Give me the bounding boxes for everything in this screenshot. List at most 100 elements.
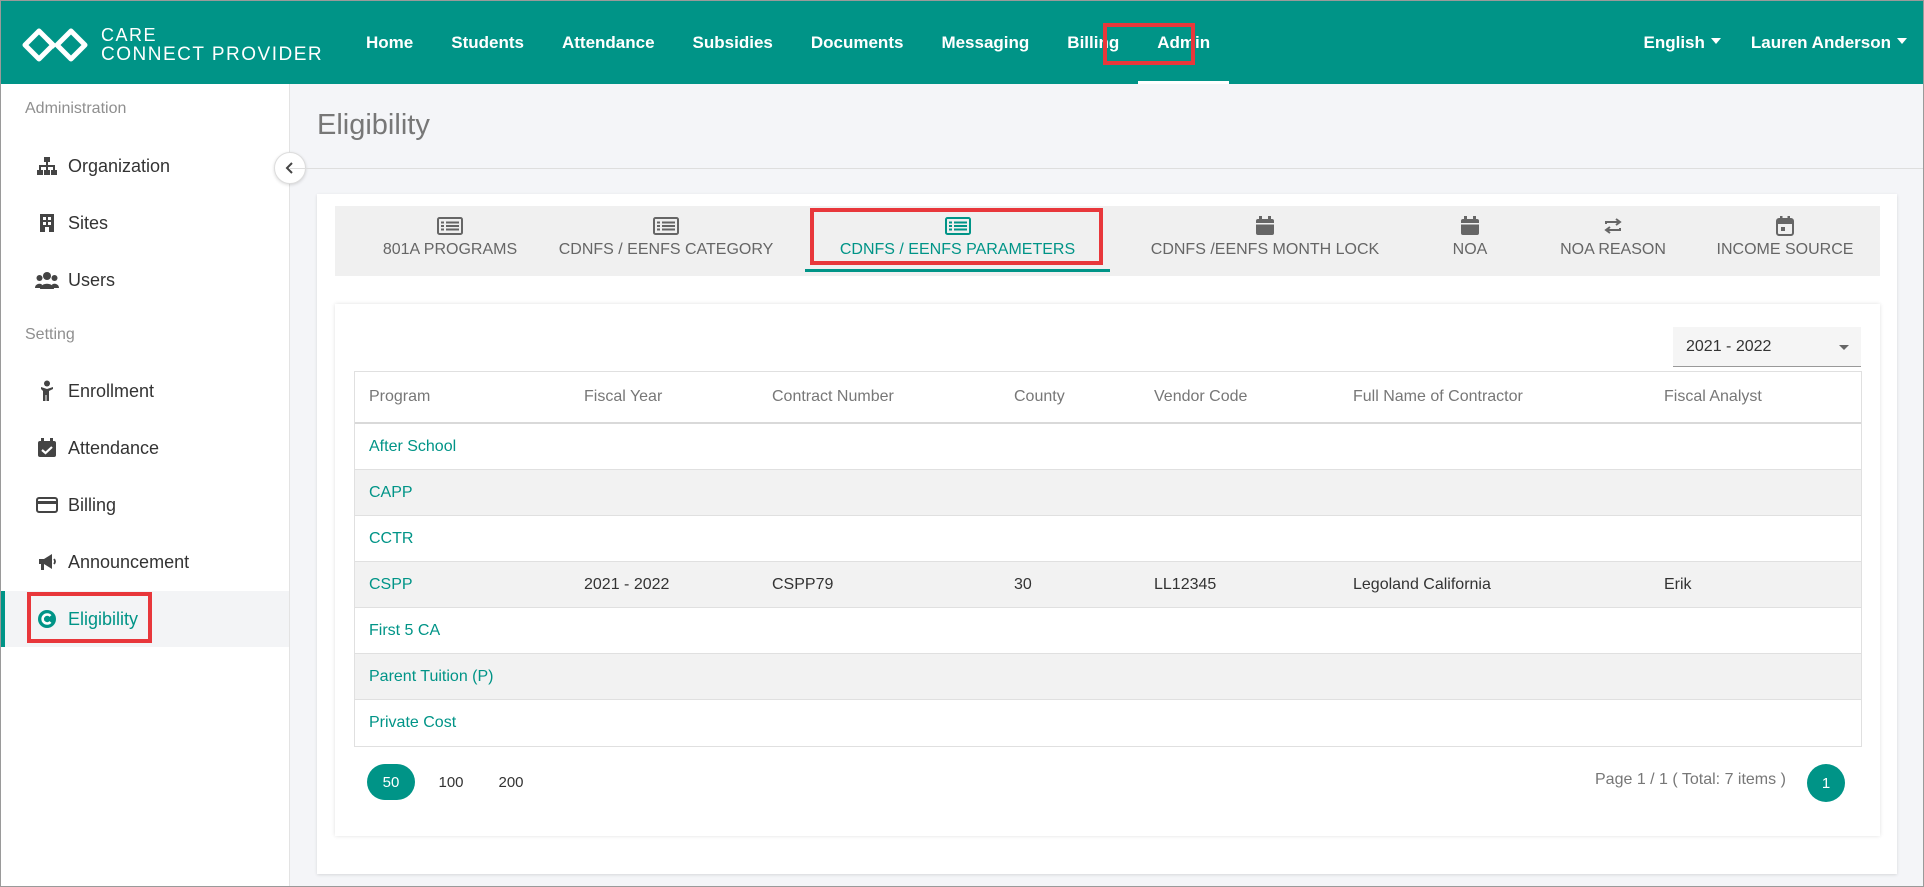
tab-cdnfs-eenfs-month-lock[interactable]: CDNFS /EENFS MONTH LOCK — [1135, 206, 1395, 276]
program-link[interactable]: After School — [369, 424, 456, 469]
pagination-info: Page 1 / 1 ( Total: 7 items ) — [1595, 771, 1786, 788]
tab-label: CDNFS / EENFS PARAMETERS — [839, 241, 1076, 258]
nav-subsidies[interactable]: Subsidies — [674, 1, 792, 84]
sidebar-heading-administration: Administration — [25, 100, 127, 117]
sidebar-item-label: Sites — [68, 212, 109, 233]
nav-students[interactable]: Students — [432, 1, 543, 84]
nav-messaging[interactable]: Messaging — [922, 1, 1048, 84]
fiscal-year-select[interactable]: 2021 - 2022 — [1673, 327, 1861, 367]
tab-label: 801A PROGRAMS — [382, 241, 518, 258]
nav-documents[interactable]: Documents — [792, 1, 923, 84]
tab-label: CDNFS /EENFS MONTH LOCK — [1150, 241, 1380, 258]
language-dropdown[interactable]: English — [1643, 33, 1720, 53]
nav-billing[interactable]: Billing — [1048, 1, 1138, 84]
list-icon — [944, 215, 971, 237]
nav-home[interactable]: Home — [347, 1, 432, 84]
page-size-200[interactable]: 200 — [487, 764, 535, 800]
program-link[interactable]: CAPP — [369, 470, 413, 515]
page-title: Eligibility — [317, 109, 430, 141]
tab-cdnfs-eenfs-category[interactable]: CDNFS / EENFS CATEGORY — [555, 206, 777, 276]
megaphone-icon — [35, 550, 59, 574]
sidebar-item-label: Users — [68, 269, 116, 290]
table-cell: 2021 - 2022 — [584, 575, 670, 593]
building-icon — [35, 211, 59, 235]
logo-icon — [22, 28, 88, 62]
tab-bar: 801A PROGRAMS CDNFS / EENFS CATEGORY CDN… — [335, 206, 1880, 276]
eligibility-icon — [35, 607, 59, 631]
calendar-check-icon — [35, 436, 59, 460]
top-navbar: CARE CONNECT PROVIDER Home Students Atte… — [1, 1, 1923, 84]
nav-attendance[interactable]: Attendance — [543, 1, 674, 84]
program-link[interactable]: Parent Tuition (P) — [369, 654, 494, 699]
column-header[interactable]: Contract Number — [772, 372, 894, 422]
column-header[interactable]: Full Name of Contractor — [1353, 372, 1523, 422]
tab-label: CDNFS / EENFS CATEGORY — [558, 241, 774, 258]
sidebar-item-label: Enrollment — [68, 380, 155, 401]
active-tab-indicator — [805, 269, 1110, 272]
tab-label: NOA REASON — [1560, 241, 1666, 258]
user-menu[interactable]: Lauren Anderson — [1751, 33, 1907, 53]
program-link[interactable]: CCTR — [369, 516, 413, 561]
sidebar-item-organization[interactable]: Organization — [1, 138, 289, 194]
table-cell: CSPP79 — [772, 575, 834, 593]
repeat-icon — [1603, 215, 1623, 237]
child-icon — [35, 379, 59, 403]
tab-label: NOA — [1452, 241, 1488, 258]
table-cell: 30 — [1014, 575, 1032, 593]
column-header[interactable]: Fiscal Analyst — [1664, 372, 1762, 422]
sidebar-item-sites[interactable]: Sites — [1, 195, 289, 251]
sitemap-icon — [35, 154, 59, 178]
sidebar-item-enrollment[interactable]: Enrollment — [1, 363, 289, 419]
tab-noa-reason[interactable]: NOA REASON — [1557, 206, 1669, 276]
divider — [290, 168, 1923, 169]
table-cell: Legoland California — [1353, 575, 1491, 593]
program-link[interactable]: Private Cost — [369, 700, 456, 746]
table-row: CCTR — [355, 516, 1861, 562]
page-size-50[interactable]: 50 — [367, 764, 415, 800]
sidebar-item-label: Organization — [68, 155, 171, 176]
fiscal-year-value: 2021 - 2022 — [1686, 337, 1772, 355]
sidebar-item-billing[interactable]: Billing — [1, 477, 289, 533]
sidebar-item-label: Billing — [68, 494, 117, 515]
sidebar-item-label: Eligibility — [68, 608, 139, 629]
calendar-icon — [1460, 215, 1480, 237]
parameters-table: Program Fiscal Year Contract Number Coun… — [354, 371, 1862, 747]
sidebar-item-label: Announcement — [68, 551, 190, 572]
tab-income-source[interactable]: INCOME SOURCE — [1705, 206, 1865, 276]
logo[interactable]: CARE CONNECT PROVIDER — [21, 23, 323, 67]
app-frame: CARE CONNECT PROVIDER Home Students Atte… — [0, 0, 1924, 887]
sidebar: Administration Organization Sites Users … — [1, 84, 290, 886]
table-row: Private Cost — [355, 700, 1861, 746]
calendar-day-icon — [1776, 215, 1794, 237]
column-header[interactable]: Program — [369, 372, 430, 422]
sidebar-item-attendance[interactable]: Attendance — [1, 420, 289, 476]
program-link[interactable]: CSPP — [369, 562, 413, 607]
tab-label: INCOME SOURCE — [1716, 241, 1854, 258]
logo-line1: CARE — [101, 25, 158, 45]
tab-noa[interactable]: NOA — [1435, 206, 1505, 276]
tab-cdnfs-eenfs-parameters[interactable]: CDNFS / EENFS PARAMETERS — [805, 206, 1110, 276]
program-link[interactable]: First 5 CA — [369, 608, 440, 653]
nav-admin[interactable]: Admin — [1138, 1, 1230, 84]
sidebar-heading-setting: Setting — [25, 326, 75, 343]
column-header[interactable]: County — [1014, 372, 1065, 422]
page-size-100[interactable]: 100 — [427, 764, 475, 800]
table-row: Parent Tuition (P) — [355, 654, 1861, 700]
tab-801a-programs[interactable]: 801A PROGRAMS — [365, 206, 535, 276]
list-icon — [437, 215, 463, 237]
main-nav: Home Students Attendance Subsidies Docum… — [347, 1, 1230, 84]
table-row: First 5 CA — [355, 608, 1861, 654]
dropdown-arrow-icon — [1839, 345, 1849, 350]
table-row: After School — [355, 424, 1861, 470]
column-header[interactable]: Vendor Code — [1154, 372, 1247, 422]
column-header[interactable]: Fiscal Year — [584, 372, 662, 422]
table-row: CSPP 2021 - 2022 CSPP79 30 LL12345 Legol… — [355, 562, 1861, 608]
sidebar-item-users[interactable]: Users — [1, 252, 289, 308]
credit-card-icon — [35, 493, 59, 517]
table-header: Program Fiscal Year Contract Number Coun… — [355, 372, 1861, 424]
page-size-selector: 50 100 200 — [367, 764, 535, 800]
sidebar-item-eligibility[interactable]: Eligibility — [1, 591, 289, 647]
page-button-1[interactable]: 1 — [1807, 764, 1845, 802]
sidebar-item-announcement[interactable]: Announcement — [1, 534, 289, 590]
sidebar-item-label: Attendance — [68, 437, 160, 458]
